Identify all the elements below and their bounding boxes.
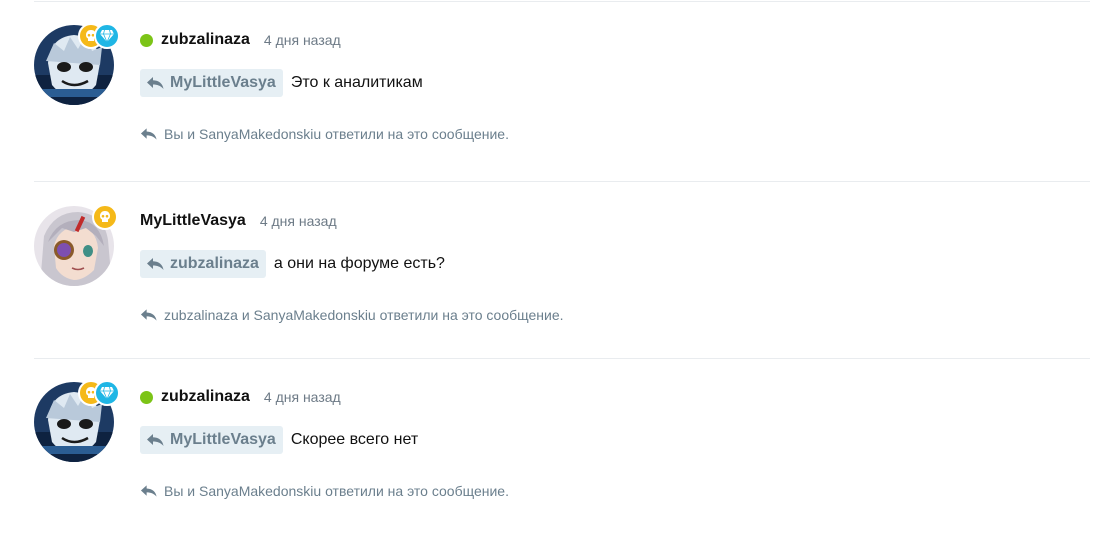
author-name[interactable]: MyLittleVasya — [140, 212, 246, 230]
comment: zubzalinaza 4 дня назад MyLittleVasya Ск… — [0, 357, 1106, 535]
comment-text: а они на форуме есть? — [273, 255, 445, 272]
comment: zubzalinaza 4 дня назад MyLittleVasya Эт… — [0, 0, 1106, 178]
reply-arrow-icon — [140, 309, 157, 321]
comment-text: Это к аналитикам — [290, 74, 423, 91]
reply-mention[interactable]: MyLittleVasya — [140, 426, 283, 454]
replies-info[interactable]: zubzalinaza и SanyaMakedonskiu ответили … — [140, 304, 564, 326]
mention-name: zubzalinaza — [170, 255, 259, 272]
replies-text: Вы и SanyaMakedonskiu ответили на это со… — [164, 126, 509, 142]
online-indicator — [140, 390, 153, 404]
online-indicator — [140, 33, 153, 47]
comment-body: MyLittleVasya Это к аналитикам — [140, 69, 423, 97]
comment-body: MyLittleVasya Скорее всего нет — [140, 426, 418, 454]
reply-arrow-icon — [140, 128, 157, 140]
replies-text: Вы и SanyaMakedonskiu ответили на это со… — [164, 483, 509, 499]
comment-header: zubzalinaza 4 дня назад — [140, 386, 341, 408]
author-name[interactable]: zubzalinaza — [161, 31, 250, 49]
reply-arrow-icon — [147, 434, 164, 446]
avatar-container — [34, 23, 120, 105]
skull-badge-icon — [92, 204, 118, 230]
comment-body: zubzalinaza а они на форуме есть? — [140, 250, 445, 278]
comment: MyLittleVasya 4 дня назад zubzalinaza а … — [0, 181, 1106, 359]
comment-header: MyLittleVasya 4 дня назад — [140, 210, 337, 232]
timestamp[interactable]: 4 дня назад — [264, 32, 341, 48]
avatar-container — [34, 204, 118, 286]
reply-mention[interactable]: MyLittleVasya — [140, 69, 283, 97]
mention-name: MyLittleVasya — [170, 431, 276, 448]
reply-arrow-icon — [147, 77, 164, 89]
mention-name: MyLittleVasya — [170, 74, 276, 91]
replies-info[interactable]: Вы и SanyaMakedonskiu ответили на это со… — [140, 480, 509, 502]
diamond-badge-icon — [94, 380, 120, 406]
timestamp[interactable]: 4 дня назад — [260, 213, 337, 229]
reply-arrow-icon — [140, 485, 157, 497]
reply-arrow-icon — [147, 258, 164, 270]
replies-info[interactable]: Вы и SanyaMakedonskiu ответили на это со… — [140, 123, 509, 145]
comment-header: zubzalinaza 4 дня назад — [140, 29, 341, 51]
reply-mention[interactable]: zubzalinaza — [140, 250, 266, 278]
timestamp[interactable]: 4 дня назад — [264, 389, 341, 405]
replies-text: zubzalinaza и SanyaMakedonskiu ответили … — [164, 307, 564, 323]
avatar-container — [34, 380, 120, 462]
diamond-badge-icon — [94, 23, 120, 49]
author-name[interactable]: zubzalinaza — [161, 388, 250, 406]
comment-text: Скорее всего нет — [290, 431, 419, 448]
